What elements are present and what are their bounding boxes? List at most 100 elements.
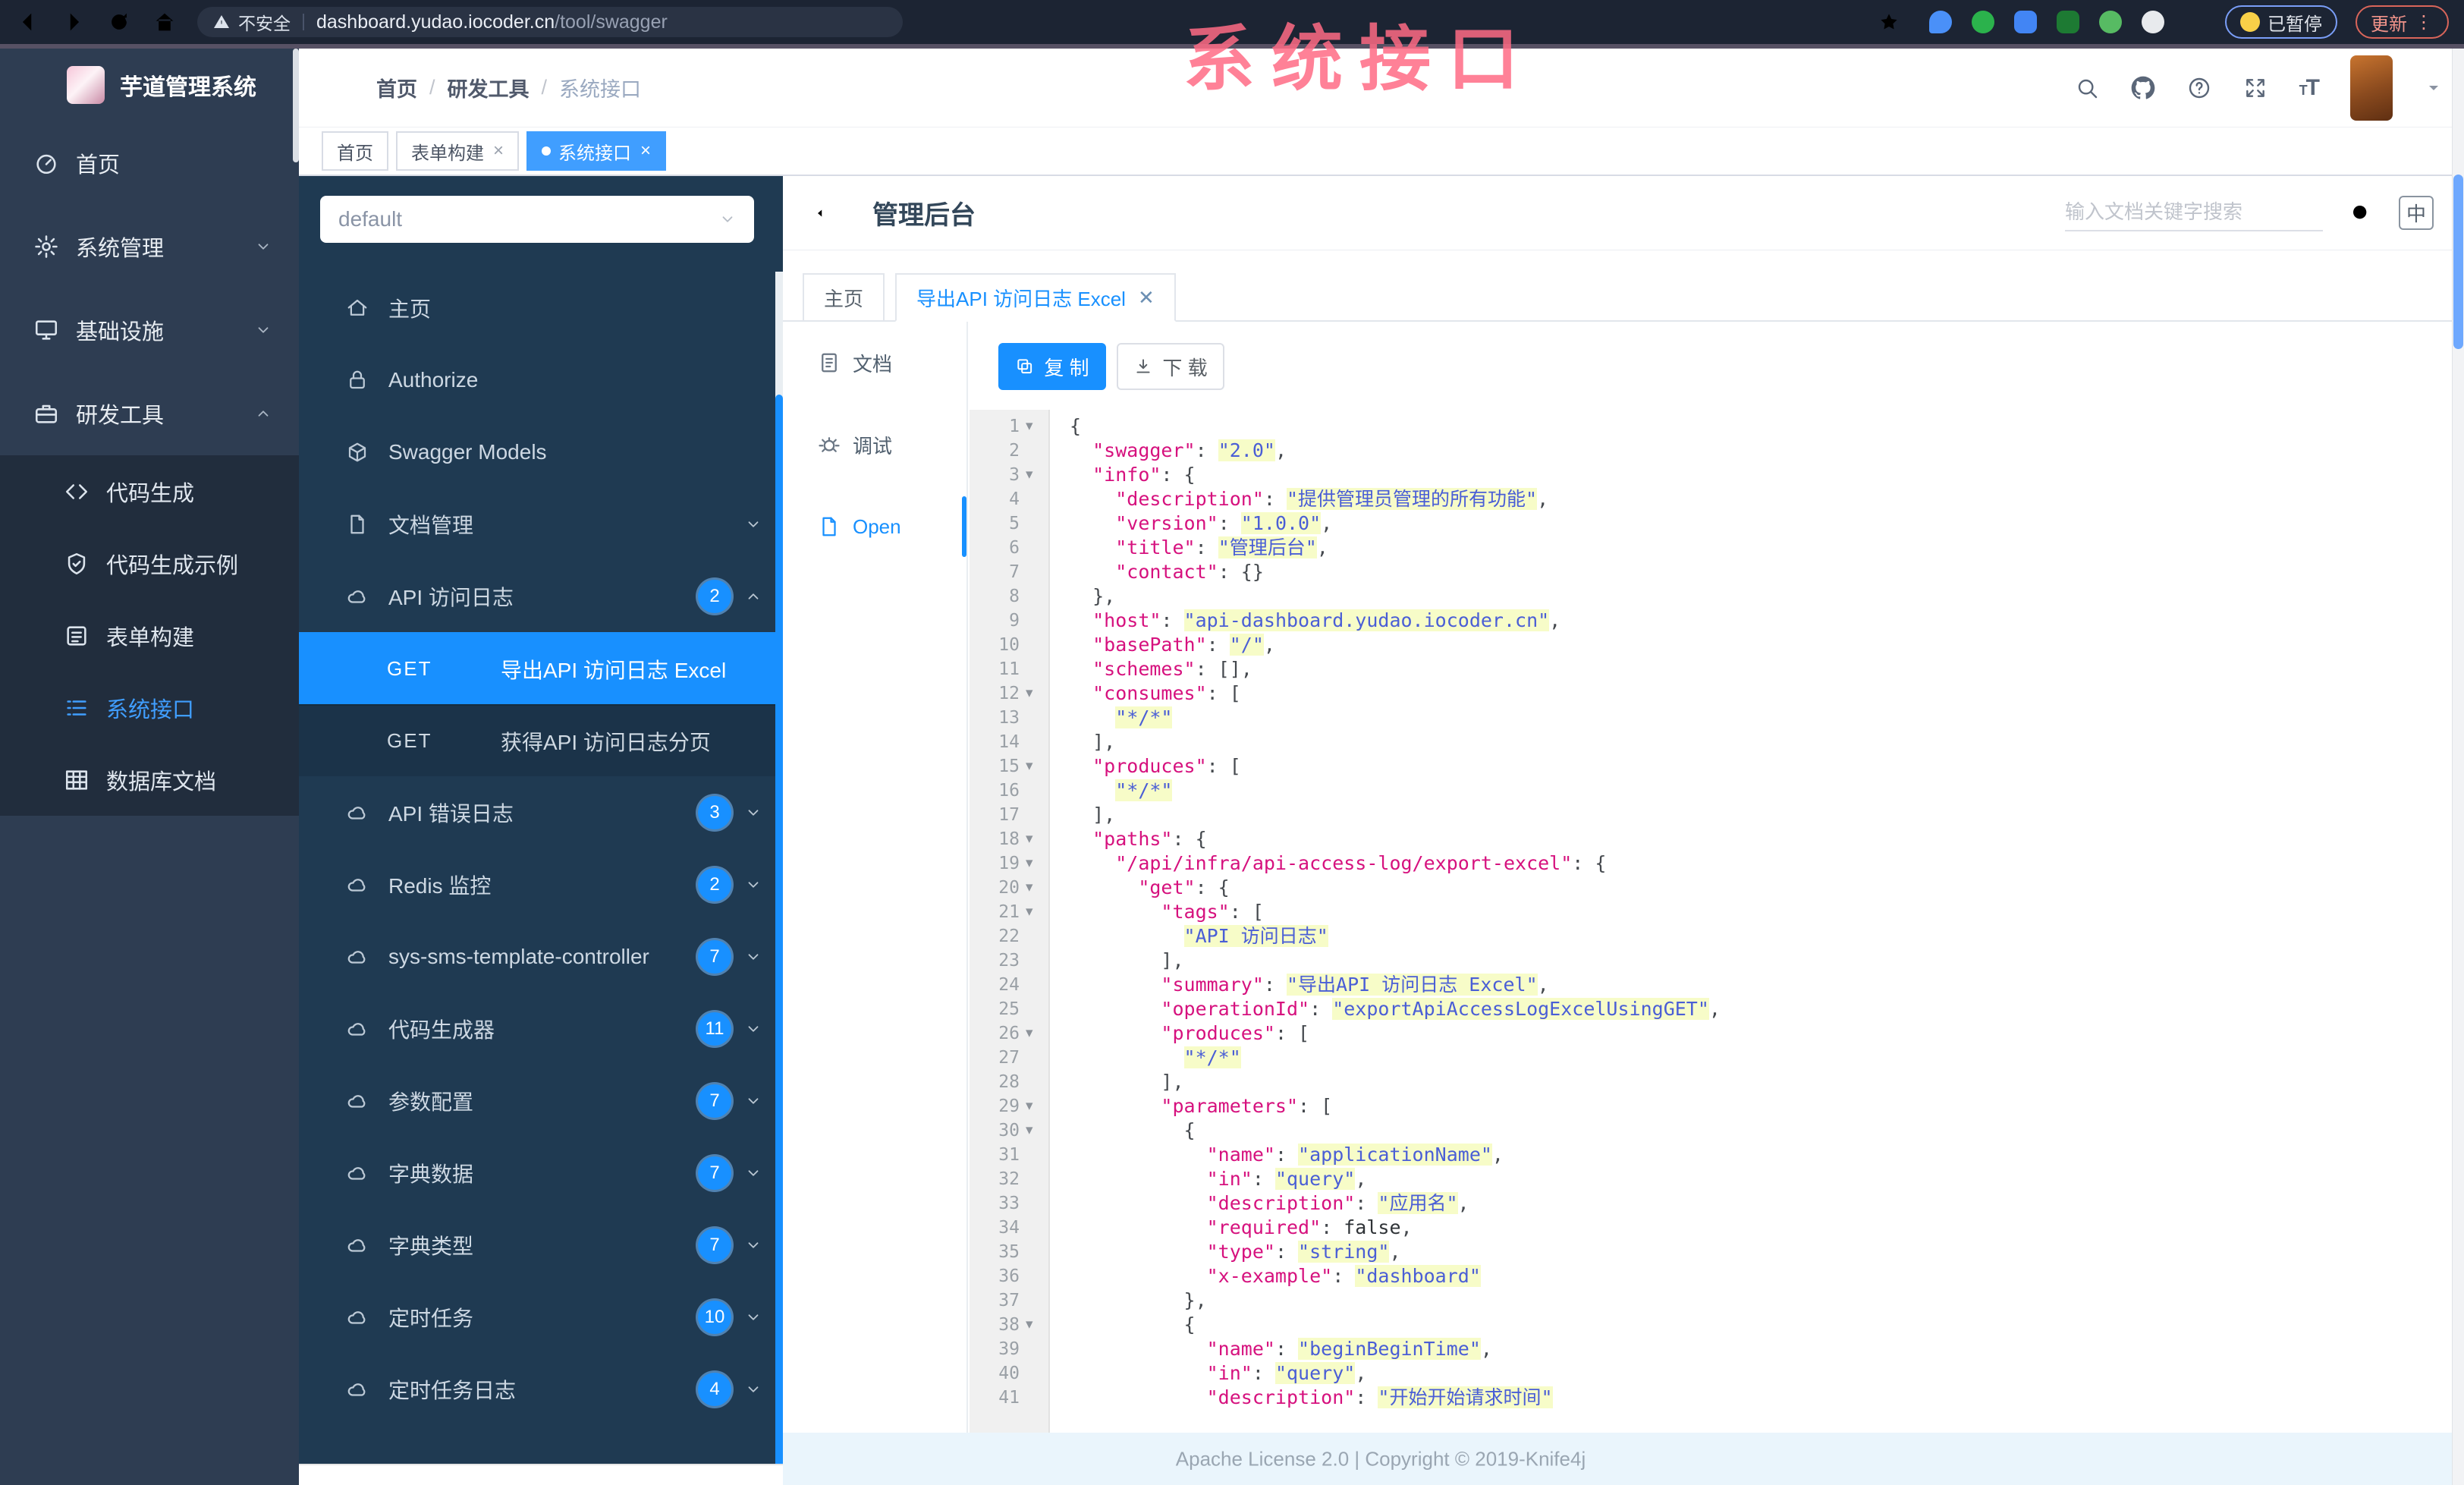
fold-arrow-icon[interactable]: ▾ bbox=[1026, 900, 1047, 924]
knife4j-nav-item[interactable]: sys-sms-template-controller 7 bbox=[299, 920, 783, 993]
extension-icon[interactable] bbox=[2142, 11, 2164, 33]
help-icon[interactable] bbox=[2187, 76, 2211, 100]
close-icon[interactable]: × bbox=[493, 140, 504, 162]
code-line: 41 ▾ "description": "开始开始请求时间" bbox=[970, 1386, 2452, 1410]
fold-arrow-icon[interactable]: ▾ bbox=[1026, 463, 1047, 487]
knife4j-nav-item[interactable]: 字典类型 7 bbox=[299, 1209, 783, 1281]
language-toggle[interactable]: 中 bbox=[2398, 196, 2434, 230]
sidebar-subitem[interactable]: 表单构建 bbox=[0, 599, 299, 672]
panel-scrollbar-track[interactable] bbox=[775, 272, 783, 1485]
app-title: 芋道管理系统 bbox=[120, 75, 256, 100]
doc-tab[interactable]: 主页 ✕ bbox=[803, 273, 885, 322]
fold-arrow-icon[interactable]: ▾ bbox=[1026, 1021, 1047, 1046]
fold-arrow-icon[interactable]: ▾ bbox=[1026, 876, 1047, 900]
paused-pill[interactable]: 已暂停 bbox=[2225, 5, 2337, 39]
sidebar-item[interactable]: 首页 bbox=[0, 121, 299, 205]
collapse-menu-icon[interactable] bbox=[813, 200, 841, 227]
knife4j-nav-item[interactable]: Swagger Models bbox=[299, 416, 783, 488]
avatar[interactable] bbox=[2350, 55, 2393, 121]
knife4j-nav-item[interactable]: API 错误日志 3 bbox=[299, 776, 783, 848]
fold-arrow-icon[interactable]: ▾ bbox=[1026, 1313, 1047, 1337]
extension-icon[interactable] bbox=[2057, 11, 2079, 33]
breadcrumb-tools[interactable]: 研发工具 bbox=[448, 73, 530, 102]
paused-label: 已暂停 bbox=[2268, 14, 2322, 35]
doc-tab[interactable]: 导出API 访问日志 Excel ✕ bbox=[895, 273, 1176, 322]
page-tab[interactable]: 首页 × bbox=[322, 131, 388, 171]
knife4j-nav-item[interactable]: 代码生成器 11 bbox=[299, 993, 783, 1065]
page-tab[interactable]: 系统接口 × bbox=[526, 131, 667, 171]
knife4j-nav-item[interactable]: 主页 bbox=[299, 272, 783, 344]
knife4j-nav-item[interactable]: Redis 监控 2 bbox=[299, 848, 783, 920]
back-icon[interactable] bbox=[15, 9, 41, 35]
update-pill[interactable]: 更新 ⋮ bbox=[2356, 5, 2449, 39]
fold-arrow-icon[interactable]: ▾ bbox=[1026, 414, 1047, 439]
download-button[interactable]: 下 载 bbox=[1117, 343, 1224, 390]
doc-search-input[interactable] bbox=[2064, 194, 2323, 231]
doc-side-nav-item[interactable]: 调试 bbox=[783, 404, 966, 486]
chevron-down-icon bbox=[745, 1021, 762, 1037]
knife4j-nav-item[interactable]: 参数配置 7 bbox=[299, 1065, 783, 1137]
knife4j-nav-item[interactable]: 字典数据 7 bbox=[299, 1137, 783, 1209]
sidebar-item[interactable]: 系统管理 bbox=[0, 205, 299, 288]
line-number: 22 bbox=[998, 927, 1020, 946]
fullscreen-icon[interactable] bbox=[2243, 76, 2268, 100]
knife4j-nav-item[interactable]: GET 获得API 访问日志分页 bbox=[299, 704, 783, 776]
fold-arrow-icon[interactable]: ▾ bbox=[1026, 851, 1047, 876]
count-badge: 11 bbox=[698, 1011, 731, 1046]
github-icon[interactable] bbox=[2131, 76, 2155, 100]
doc-side-nav-item[interactable]: Open bbox=[783, 486, 966, 568]
browser-home-icon[interactable] bbox=[152, 9, 178, 35]
page-scrollbar-thumb[interactable] bbox=[2453, 175, 2463, 349]
code-line: 14 ▾ ], bbox=[970, 730, 2452, 754]
knife4j-nav-item[interactable]: 定时任务日志 4 bbox=[299, 1353, 783, 1425]
fold-arrow-icon[interactable]: ▾ bbox=[1026, 681, 1047, 706]
page-scrollbar[interactable] bbox=[2452, 49, 2464, 1485]
cloud-icon bbox=[346, 801, 369, 824]
knife4j-nav-label: 导出API 访问日志 Excel bbox=[501, 658, 727, 682]
panel-hscrollbar[interactable] bbox=[299, 1464, 783, 1485]
extension-icon[interactable] bbox=[2184, 11, 2207, 33]
fold-arrow-icon[interactable]: ▾ bbox=[1026, 754, 1047, 779]
knife4j-nav-item[interactable]: API 访问日志 2 bbox=[299, 560, 783, 632]
reload-icon[interactable] bbox=[106, 9, 132, 35]
knife4j-nav-item[interactable]: Authorize bbox=[299, 344, 783, 416]
knife4j-nav-item[interactable]: 文档管理 bbox=[299, 488, 783, 560]
forward-icon[interactable] bbox=[61, 9, 86, 35]
sidebar-subitem[interactable]: 代码生成 bbox=[0, 455, 299, 527]
sidebar-subitem[interactable]: 数据库文档 bbox=[0, 744, 299, 816]
fold-arrow-icon[interactable]: ▾ bbox=[1026, 1118, 1047, 1143]
font-size-icon[interactable]: TT bbox=[2299, 75, 2320, 101]
copy-button[interactable]: 复 制 bbox=[998, 343, 1106, 390]
line-number: 40 bbox=[998, 1364, 1020, 1383]
line-number: 24 bbox=[998, 975, 1020, 995]
extension-icon[interactable] bbox=[2014, 11, 2037, 33]
close-icon[interactable]: × bbox=[640, 140, 651, 162]
sidebar-item[interactable]: 基础设施 bbox=[0, 288, 299, 372]
sidebar-scrollbar-thumb[interactable] bbox=[293, 49, 299, 162]
caret-down-icon[interactable] bbox=[2425, 79, 2443, 97]
group-select[interactable]: default bbox=[320, 196, 754, 243]
line-number: 38 bbox=[998, 1315, 1020, 1335]
extension-icon[interactable] bbox=[1929, 11, 1952, 33]
search-icon[interactable] bbox=[2349, 201, 2373, 225]
address-bar[interactable]: 不安全 dashboard.yudao.iocoder.cn/tool/swag… bbox=[197, 7, 903, 37]
page-tab[interactable]: 表单构建 × bbox=[396, 131, 520, 171]
fold-arrow-icon[interactable]: ▾ bbox=[1026, 827, 1047, 851]
doc-side-nav-item[interactable]: 文档 bbox=[783, 322, 966, 404]
sidebar-subitem[interactable]: 系统接口 bbox=[0, 672, 299, 744]
sidebar-subitem[interactable]: 代码生成示例 bbox=[0, 527, 299, 599]
search-icon[interactable] bbox=[2075, 76, 2099, 100]
extension-icon[interactable] bbox=[2099, 11, 2122, 33]
hamburger-icon[interactable] bbox=[320, 74, 347, 102]
bookmark-star-icon[interactable] bbox=[1878, 11, 1900, 33]
extension-icon[interactable] bbox=[1972, 11, 1994, 33]
doc-side-nav: 文档 调试 Open bbox=[783, 322, 966, 568]
knife4j-nav-item[interactable]: 定时任务 10 bbox=[299, 1281, 783, 1353]
sidebar-item[interactable]: 研发工具 bbox=[0, 372, 299, 455]
knife4j-nav-item[interactable]: GET 导出API 访问日志 Excel bbox=[299, 632, 783, 704]
logo-row[interactable]: 芋道管理系统 bbox=[0, 49, 299, 121]
fold-arrow-icon[interactable]: ▾ bbox=[1026, 1094, 1047, 1118]
panel-scrollbar-thumb[interactable] bbox=[775, 395, 783, 1485]
close-icon[interactable]: ✕ bbox=[1138, 286, 1155, 310]
breadcrumb-home[interactable]: 首页 bbox=[376, 73, 417, 102]
